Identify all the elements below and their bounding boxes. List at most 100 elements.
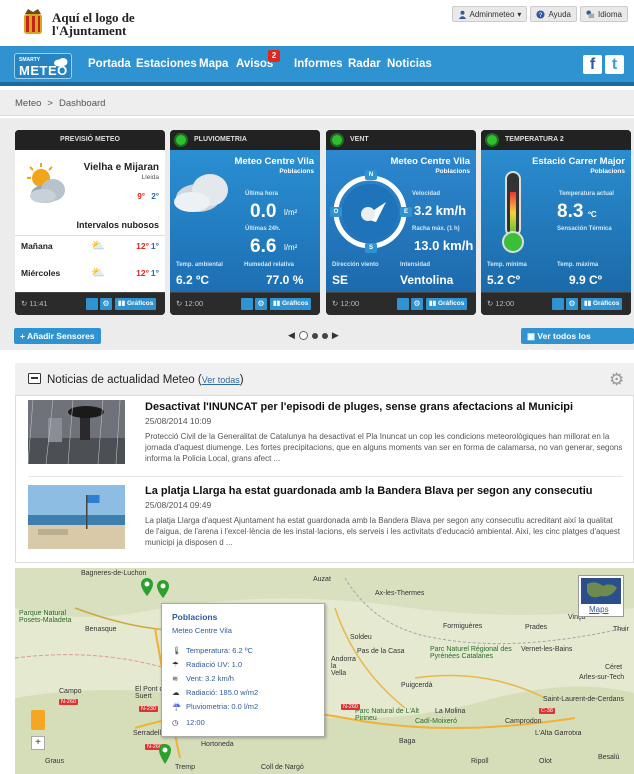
- news-image-beach[interactable]: [28, 485, 125, 549]
- temp-min-value: 5.2 Cº: [487, 273, 521, 287]
- graphs-button[interactable]: ▮▮ Gráficos: [426, 298, 468, 310]
- view-all-news-link[interactable]: Ver todas: [202, 375, 240, 385]
- map-place: Benasque: [85, 626, 117, 633]
- settings-icon[interactable]: ⚙: [100, 298, 112, 310]
- forecast-day2-min: 1°: [150, 268, 159, 278]
- news-item-date: 25/08/2014 10:09: [145, 416, 212, 426]
- nav-item-portada[interactable]: Portada: [88, 58, 131, 70]
- twitter-icon[interactable]: t: [605, 55, 624, 74]
- breadcrumb-meteo[interactable]: Meteo: [15, 98, 41, 109]
- uv-icon: ☂: [172, 660, 179, 669]
- refresh-icon[interactable]: ↻: [332, 299, 338, 308]
- rain-body: Meteo Centre Vila Poblacions Última hora…: [170, 150, 320, 292]
- street-view-pegman-icon[interactable]: [31, 710, 45, 730]
- map-place: Parc Natural de L'Alt Pirineu: [355, 708, 419, 722]
- sun-cloud-small-icon: ⛅: [91, 267, 105, 279]
- popup-station[interactable]: Meteo Centre Vila: [172, 626, 232, 635]
- rain-temp-value: 6.2 ºC: [176, 273, 210, 287]
- wind-dir-value: SE: [332, 273, 349, 287]
- nav-item-informes[interactable]: Informes: [294, 58, 343, 70]
- road-label: N-260: [341, 704, 360, 710]
- nav-item-radar[interactable]: Radar: [348, 58, 381, 70]
- maps-link[interactable]: Maps: [589, 605, 609, 614]
- news-item-title[interactable]: Desactivat l'INUNCAT per l'episodi de pl…: [145, 401, 573, 413]
- settings-icon[interactable]: ⚙: [566, 298, 578, 310]
- rain-temp-label: Temp. ambiental: [176, 262, 223, 268]
- user-menu-button[interactable]: Adminmeteo ▾: [451, 6, 528, 22]
- wind-time: 12:00: [340, 299, 360, 308]
- previous-arrow-icon[interactable]: ◀: [288, 330, 295, 341]
- station-marker-icon[interactable]: [139, 578, 173, 604]
- zoom-in-button[interactable]: +: [31, 736, 45, 750]
- add-sensors-label: Añadir Sensores: [27, 331, 95, 341]
- thermometer-icon: [502, 171, 524, 253]
- forecast-location: Vielha e Mijaran: [83, 162, 159, 173]
- widget-footer: ↻ 12:00 ⚙ ▮▮ Gráficos: [326, 292, 476, 315]
- pager-dot-active[interactable]: [298, 331, 308, 340]
- breadcrumb-dashboard: Dashboard: [58, 98, 106, 109]
- widget-header: TEMPERATURA 2: [481, 130, 631, 150]
- widget-header: PLUVIOMETRIA: [170, 130, 320, 150]
- sun-cloud-icon: [27, 163, 65, 203]
- rain-time: 12:00: [184, 299, 204, 308]
- forecast-region: Lleida: [141, 174, 159, 181]
- coat-of-arms-logo: [24, 9, 42, 34]
- refresh-icon[interactable]: ↻: [176, 299, 182, 308]
- station-marker-icon[interactable]: [157, 744, 173, 766]
- forecast-day2-max: 12°: [136, 268, 149, 278]
- graphs-button[interactable]: ▮▮ Gráficos: [270, 298, 312, 310]
- forecast-temp-max: 9°: [137, 192, 145, 201]
- news-item-title[interactable]: La platja Llarga ha estat guardonada amb…: [145, 485, 592, 497]
- language-button[interactable]: Idioma: [579, 6, 628, 22]
- graphs-button[interactable]: ▮▮ Gráficos: [115, 298, 157, 310]
- view-favorites-button[interactable]: ▦ Ver todos los favoritos: [521, 328, 634, 357]
- popup-uv: Radiació UV: 1.0: [186, 660, 243, 669]
- help-button[interactable]: ? Ayuda: [530, 6, 577, 22]
- widget-header: VENT: [326, 130, 476, 150]
- temp-time: 12:00: [495, 299, 515, 308]
- news-image-rain[interactable]: [28, 400, 125, 464]
- gear-icon[interactable]: ⚙: [609, 370, 624, 390]
- move-icon[interactable]: [86, 298, 98, 310]
- add-sensors-button[interactable]: + Añadir Sensores: [14, 328, 101, 344]
- move-icon[interactable]: [397, 298, 409, 310]
- road-label: C-38: [539, 708, 555, 714]
- wind-int-label: Intensidad: [400, 262, 431, 268]
- pager-dot[interactable]: [321, 332, 328, 339]
- rain-station: Meteo Centre Vila: [234, 156, 314, 167]
- avisos-badge: 2: [268, 50, 280, 62]
- wind-station: Meteo Centre Vila: [390, 156, 470, 167]
- graphs-button[interactable]: ▮▮ Gráficos: [581, 298, 623, 310]
- popup-title: Poblacions: [172, 612, 218, 622]
- wind-compass-icon: [333, 175, 407, 249]
- refresh-icon[interactable]: ↻: [21, 299, 27, 308]
- refresh-icon[interactable]: ↻: [487, 299, 493, 308]
- settings-icon[interactable]: ⚙: [255, 298, 267, 310]
- map-place: Cadí-Moixeró: [415, 718, 458, 725]
- smartymeteo-logo[interactable]: SMARTY METEO: [14, 53, 72, 79]
- pager-dot[interactable]: [311, 332, 318, 339]
- nav-item-noticias[interactable]: Noticias: [387, 58, 432, 70]
- refresh-time: ↻ 12:00: [332, 299, 359, 308]
- chart-icon: ▮▮: [429, 300, 438, 307]
- status-dot: [487, 135, 497, 145]
- cloud-logo-icon: [54, 58, 68, 67]
- nav-item-estaciones[interactable]: Estaciones: [136, 58, 197, 70]
- user-icon: [458, 10, 466, 19]
- status-dot: [176, 135, 186, 145]
- nav-item-mapa[interactable]: Mapa: [199, 58, 228, 70]
- next-arrow-icon[interactable]: ▶: [332, 330, 339, 341]
- move-icon[interactable]: [552, 298, 564, 310]
- svg-text:?: ?: [539, 12, 543, 19]
- map-place: Ripoll: [471, 758, 489, 765]
- settings-icon[interactable]: ⚙: [411, 298, 423, 310]
- wind-icon: ≋: [172, 674, 179, 683]
- grid-icon: ▦: [527, 331, 538, 341]
- popup-wind: Vent: 3.2 km/h: [186, 674, 234, 683]
- help-icon: ?: [536, 9, 545, 19]
- map-place: Graus: [45, 758, 65, 765]
- map-place: Thuir: [613, 626, 629, 633]
- facebook-icon[interactable]: f: [583, 55, 602, 74]
- map-type-control[interactable]: Maps: [578, 575, 624, 617]
- move-icon[interactable]: [241, 298, 253, 310]
